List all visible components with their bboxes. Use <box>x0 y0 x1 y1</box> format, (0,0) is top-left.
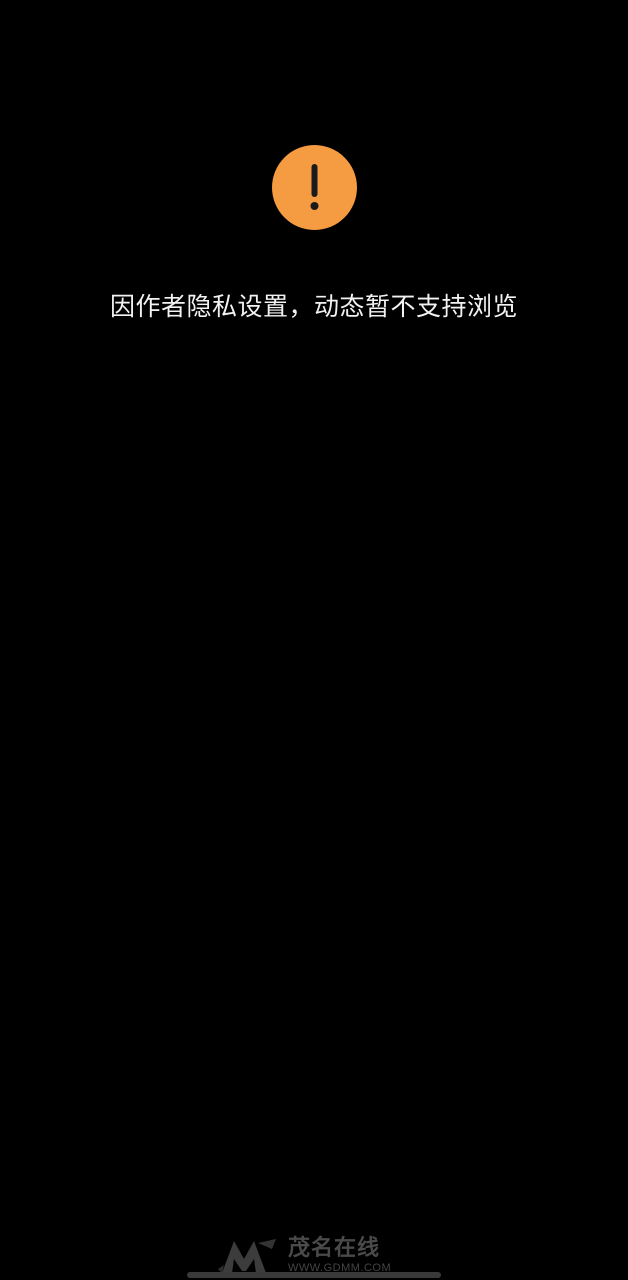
site-watermark: 茂名在线 WWW.GDMM.COM <box>218 1234 418 1276</box>
watermark-name: 茂名在线 <box>288 1235 381 1261</box>
privacy-notice-message: 因作者隐私设置，动态暂不支持浏览 <box>109 292 518 321</box>
private-content-screen: 因作者隐私设置，动态暂不支持浏览 茂名在线 WWW.GDMM.COM <box>0 0 628 1280</box>
watermark-logo-icon <box>218 1239 276 1273</box>
home-indicator-bar[interactable] <box>187 1272 441 1278</box>
warning-exclamation-icon <box>272 145 357 230</box>
